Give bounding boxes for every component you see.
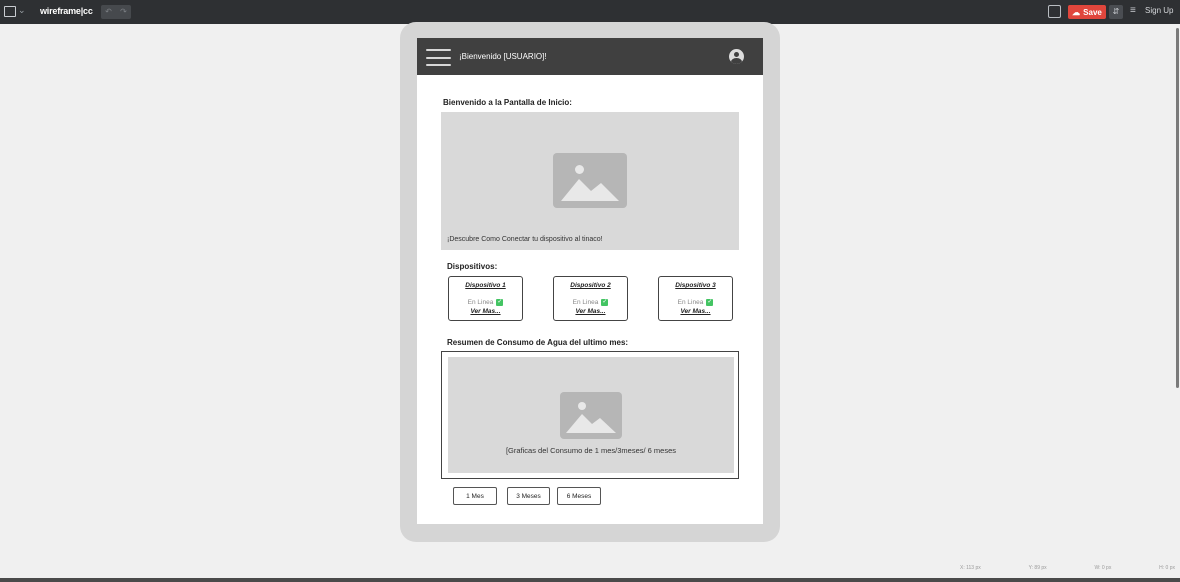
header-title: ¡Bienvenido [USUARIO]!	[459, 52, 547, 61]
image-placeholder-icon	[553, 153, 627, 208]
brand-logo: wireframe|cc	[40, 6, 93, 16]
coordinates-status-bar: X: 113 px Y: 89 px W: 0 px H: 0 px	[960, 565, 1175, 575]
device-card[interactable]: Dispositivo 1 En Linea ✓ Ver Mas...	[448, 276, 523, 321]
undo-button[interactable]: ↶	[101, 5, 116, 19]
sign-up-link[interactable]: Sign Up	[1145, 6, 1173, 15]
save-label: Save	[1083, 7, 1102, 17]
save-button[interactable]: ☁ Save	[1068, 5, 1106, 19]
bottom-edge	[0, 578, 1180, 582]
device-status: En Linea ✓	[467, 299, 504, 306]
device-name[interactable]: Dispositivo 1	[449, 282, 522, 289]
chevron-down-icon[interactable]: ⌄	[18, 5, 26, 16]
range-1-month-button[interactable]: 1 Mes	[453, 487, 497, 505]
app-header: ¡Bienvenido [USUARIO]!	[417, 38, 763, 75]
app-screen: ¡Bienvenido [USUARIO]! Bienvenido a la P…	[417, 38, 763, 524]
check-icon: ✓	[601, 299, 609, 306]
share-icon[interactable]: ⇵	[1109, 5, 1123, 19]
page-icon[interactable]	[4, 6, 16, 17]
device-name[interactable]: Dispositivo 2	[554, 282, 627, 289]
chart-placeholder[interactable]: [Graficas del Consumo de 1 mes/3meses/ 6…	[448, 357, 734, 473]
comment-icon[interactable]	[1048, 5, 1061, 18]
range-3-months-button[interactable]: 3 Meses	[507, 487, 550, 505]
devices-title: Dispositivos:	[447, 262, 498, 271]
cloud-icon: ☁	[1072, 7, 1081, 17]
chart-caption: [Graficas del Consumo de 1 mes/3meses/ 6…	[505, 446, 677, 455]
height-readout: H: 0 px	[1159, 565, 1175, 571]
vertical-scrollbar[interactable]	[1176, 28, 1179, 388]
redo-button[interactable]: ↷	[116, 5, 131, 19]
x-readout: X: 113 px	[960, 565, 981, 571]
home-title: Bienvenido a la Pantalla de Inicio:	[443, 98, 572, 107]
device-status: En Linea ✓	[572, 299, 609, 306]
width-readout: W: 0 px	[1094, 565, 1112, 571]
undo-redo-group: ↶ ↷	[101, 5, 131, 19]
see-more-link[interactable]: Ver Mas...	[554, 308, 627, 315]
water-summary-title: Resumen de Consumo de Agua del ultimo me…	[447, 338, 629, 347]
menu-icon[interactable]: ≡	[1130, 5, 1136, 16]
y-readout: Y: 89 px	[1028, 565, 1047, 571]
editor-toolbar: ⌄ wireframe|cc ↶ ↷ ☁ Save ⇵ ≡ Sign Up	[0, 0, 1180, 24]
hero-image-placeholder[interactable]: ¡Descubre Como Conectar tu dispositivo a…	[441, 112, 739, 250]
range-6-months-button[interactable]: 6 Meses	[557, 487, 601, 505]
hamburger-menu-icon[interactable]	[426, 49, 451, 66]
image-placeholder-icon	[560, 392, 622, 439]
see-more-link[interactable]: Ver Mas...	[449, 308, 522, 315]
device-card[interactable]: Dispositivo 2 En Linea ✓ Ver Mas...	[553, 276, 628, 321]
consumption-chart-frame: [Graficas del Consumo de 1 mes/3meses/ 6…	[441, 351, 739, 479]
device-name[interactable]: Dispositivo 3	[659, 282, 732, 289]
hero-caption: ¡Descubre Como Conectar tu dispositivo a…	[447, 236, 603, 243]
see-more-link[interactable]: Ver Mas...	[659, 308, 732, 315]
check-icon: ✓	[496, 299, 504, 306]
check-icon: ✓	[706, 299, 714, 306]
user-account-icon[interactable]	[729, 49, 744, 64]
device-card[interactable]: Dispositivo 3 En Linea ✓ Ver Mas...	[658, 276, 733, 321]
device-status: En Linea ✓	[677, 299, 714, 306]
